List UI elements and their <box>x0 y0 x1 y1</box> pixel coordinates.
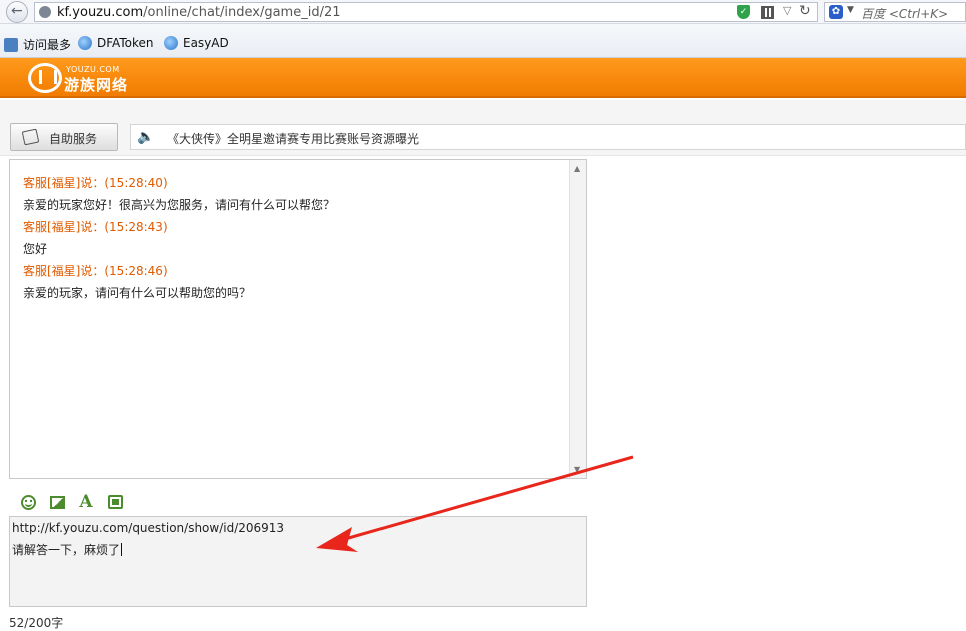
search-placeholder: 百度 <Ctrl+K> <box>861 7 949 21</box>
message-header: 客服[福星]说：(15:28:40) <box>23 176 168 190</box>
site-header: YOUZU.COM 游族网络 <box>0 58 966 98</box>
emoji-button[interactable] <box>18 493 38 511</box>
refresh-icon[interactable]: ↻ <box>799 3 811 19</box>
speaker-icon: 🔈 <box>137 129 155 145</box>
shield-icon[interactable]: ✓ <box>737 5 750 19</box>
notice-text[interactable]: 《大侠传》全明星邀请赛专用比赛账号资源曝光 <box>167 130 419 147</box>
logo-chinese: 游族网络 <box>64 76 129 94</box>
youzu-logo-icon[interactable] <box>28 63 62 93</box>
bookmark-easyad[interactable]: EasyAD <box>164 36 229 50</box>
url-text: kf.youzu.com/online/chat/index/game_id/2… <box>57 5 341 20</box>
text-caret <box>121 543 123 556</box>
address-field[interactable]: kf.youzu.com/online/chat/index/game_id/2… <box>34 2 818 22</box>
globe-icon <box>164 36 178 50</box>
image-button[interactable] <box>47 493 67 511</box>
qr-code-icon[interactable] <box>761 6 774 19</box>
message-body: 亲爱的玩家，请问有什么可以帮助您的吗？ <box>23 286 252 300</box>
logo-english: YOUZU.COM <box>66 65 120 74</box>
emoji-icon <box>20 494 36 510</box>
globe-icon <box>78 36 92 50</box>
bookmark-most-visited[interactable]: 访问最多 <box>4 36 71 53</box>
chat-log[interactable]: 客服[福星]说：(15:28:40) 亲爱的玩家您好！很高兴为您服务，请问有什么… <box>9 159 587 479</box>
search-engine-box[interactable]: ✿ ▼ 百度 <Ctrl+K> <box>824 2 966 22</box>
search-engine-caret-icon[interactable]: ▼ <box>847 5 854 15</box>
self-service-button[interactable]: 自助服务 <box>10 123 118 151</box>
input-line-url: http://kf.youzu.com/question/show/id/206… <box>12 521 285 535</box>
self-service-label: 自助服务 <box>49 132 98 146</box>
bookmark-dfatoken[interactable]: DFAToken <box>78 36 153 50</box>
chat-toolbar: A <box>18 492 134 512</box>
chat-scrollbar[interactable]: ▲ ▼ <box>569 160 586 478</box>
bookmarks-bar: 访问最多 DFAToken EasyAD <box>0 24 966 58</box>
site-identity-icon[interactable] <box>39 6 51 18</box>
message-input[interactable]: http://kf.youzu.com/question/show/id/206… <box>9 516 587 607</box>
char-count: 52/200字 <box>9 616 64 630</box>
paw-icon[interactable]: ✿ <box>829 5 843 19</box>
back-arrow-icon: ← <box>11 3 23 19</box>
scroll-down-icon[interactable]: ▼ <box>574 465 580 474</box>
font-button[interactable]: A <box>76 492 96 512</box>
chevron-down-icon[interactable]: ▽ <box>783 4 791 17</box>
image-icon <box>49 495 65 509</box>
magnifier-page-icon <box>4 37 18 52</box>
message-header: 客服[福星]说：(15:28:46) <box>23 264 168 278</box>
message-body: 您好 <box>23 242 48 256</box>
service-bar: 自助服务 🔈 《大侠传》全明星邀请赛专用比赛账号资源曝光 <box>0 100 966 156</box>
screenshot-button[interactable] <box>105 493 125 511</box>
message-body: 亲爱的玩家您好！很高兴为您服务，请问有什么可以帮您？ <box>23 198 336 212</box>
notice-bar[interactable]: 🔈 《大侠传》全明星邀请赛专用比赛账号资源曝光 <box>130 124 966 150</box>
font-icon: A <box>79 492 93 512</box>
screenshot-icon <box>107 495 123 509</box>
browser-url-bar: ← kf.youzu.com/online/chat/index/game_id… <box>0 0 966 24</box>
message-header: 客服[福星]说：(15:28:43) <box>23 220 168 234</box>
scroll-up-icon[interactable]: ▲ <box>574 164 580 173</box>
input-line-text: 请解答一下，麻烦了 <box>12 543 123 557</box>
edit-icon <box>21 128 40 146</box>
back-button[interactable]: ← <box>6 1 28 23</box>
